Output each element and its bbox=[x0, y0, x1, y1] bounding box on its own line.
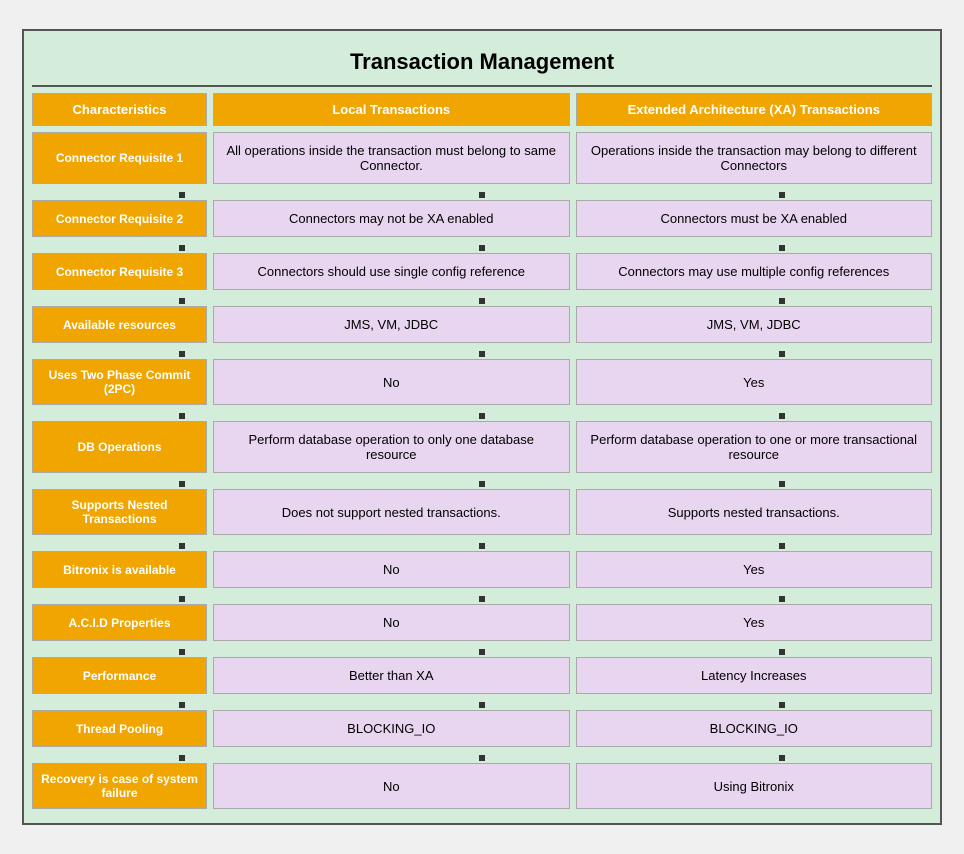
table-row: Connector Requisite 1All operations insi… bbox=[32, 132, 932, 184]
separator-dot bbox=[479, 755, 485, 761]
separator-dot bbox=[779, 413, 785, 419]
separator-dot bbox=[179, 192, 185, 198]
table-row: A.C.I.D PropertiesNoYes bbox=[32, 604, 932, 641]
header-local: Local Transactions bbox=[213, 93, 570, 126]
separator-dot bbox=[479, 543, 485, 549]
separator-dot bbox=[479, 351, 485, 357]
table-row: DB OperationsPerform database operation … bbox=[32, 421, 932, 473]
separator-dot bbox=[179, 596, 185, 602]
separator-dot bbox=[179, 245, 185, 251]
row-xa-1: Connectors must be XA enabled bbox=[576, 200, 933, 237]
row-label-5: DB Operations bbox=[32, 421, 207, 473]
separator-dot bbox=[779, 702, 785, 708]
separator-dot bbox=[779, 543, 785, 549]
row-separator bbox=[32, 647, 932, 657]
table-body: Connector Requisite 1All operations insi… bbox=[32, 132, 932, 809]
table-row: Supports Nested TransactionsDoes not sup… bbox=[32, 489, 932, 535]
row-xa-10: BLOCKING_IO bbox=[576, 710, 933, 747]
row-separator bbox=[32, 296, 932, 306]
row-xa-9: Latency Increases bbox=[576, 657, 933, 694]
row-xa-6: Supports nested transactions. bbox=[576, 489, 933, 535]
row-label-0: Connector Requisite 1 bbox=[32, 132, 207, 184]
row-local-6: Does not support nested transactions. bbox=[213, 489, 570, 535]
row-separator bbox=[32, 411, 932, 421]
separator-dot bbox=[179, 413, 185, 419]
table-row: Thread PoolingBLOCKING_IOBLOCKING_IO bbox=[32, 710, 932, 747]
row-local-3: JMS, VM, JDBC bbox=[213, 306, 570, 343]
table-row: Uses Two Phase Commit (2PC)NoYes bbox=[32, 359, 932, 405]
row-label-6: Supports Nested Transactions bbox=[32, 489, 207, 535]
separator-dot bbox=[179, 702, 185, 708]
row-separator bbox=[32, 541, 932, 551]
row-local-0: All operations inside the transaction mu… bbox=[213, 132, 570, 184]
separator-dot bbox=[779, 351, 785, 357]
separator-dot bbox=[179, 351, 185, 357]
row-local-4: No bbox=[213, 359, 570, 405]
row-local-2: Connectors should use single config refe… bbox=[213, 253, 570, 290]
row-separator bbox=[32, 243, 932, 253]
row-local-9: Better than XA bbox=[213, 657, 570, 694]
row-xa-0: Operations inside the transaction may be… bbox=[576, 132, 933, 184]
separator-dot bbox=[779, 298, 785, 304]
row-local-8: No bbox=[213, 604, 570, 641]
row-local-1: Connectors may not be XA enabled bbox=[213, 200, 570, 237]
table-row: PerformanceBetter than XALatency Increas… bbox=[32, 657, 932, 694]
header-xa: Extended Architecture (XA) Transactions bbox=[576, 93, 933, 126]
row-separator bbox=[32, 479, 932, 489]
row-label-1: Connector Requisite 2 bbox=[32, 200, 207, 237]
separator-dot bbox=[479, 298, 485, 304]
row-xa-11: Using Bitronix bbox=[576, 763, 933, 809]
row-label-2: Connector Requisite 3 bbox=[32, 253, 207, 290]
transaction-management-table: Transaction Management Characteristics L… bbox=[22, 29, 942, 825]
separator-dot bbox=[179, 543, 185, 549]
table-title: Transaction Management bbox=[32, 39, 932, 87]
row-local-10: BLOCKING_IO bbox=[213, 710, 570, 747]
row-label-3: Available resources bbox=[32, 306, 207, 343]
separator-dot bbox=[779, 649, 785, 655]
separator-dot bbox=[779, 481, 785, 487]
row-xa-8: Yes bbox=[576, 604, 933, 641]
table-row: Available resourcesJMS, VM, JDBCJMS, VM,… bbox=[32, 306, 932, 343]
row-label-7: Bitronix is available bbox=[32, 551, 207, 588]
table-row: Recovery is case of system failureNoUsin… bbox=[32, 763, 932, 809]
row-label-11: Recovery is case of system failure bbox=[32, 763, 207, 809]
separator-dot bbox=[179, 649, 185, 655]
separator-dot bbox=[479, 481, 485, 487]
separator-dot bbox=[179, 298, 185, 304]
row-separator bbox=[32, 190, 932, 200]
row-local-7: No bbox=[213, 551, 570, 588]
row-label-4: Uses Two Phase Commit (2PC) bbox=[32, 359, 207, 405]
separator-dot bbox=[779, 192, 785, 198]
separator-dot bbox=[779, 755, 785, 761]
header-row: Characteristics Local Transactions Exten… bbox=[32, 93, 932, 126]
row-xa-3: JMS, VM, JDBC bbox=[576, 306, 933, 343]
separator-dot bbox=[479, 702, 485, 708]
row-xa-7: Yes bbox=[576, 551, 933, 588]
separator-dot bbox=[479, 413, 485, 419]
row-separator bbox=[32, 753, 932, 763]
table-row: Connector Requisite 2Connectors may not … bbox=[32, 200, 932, 237]
row-local-11: No bbox=[213, 763, 570, 809]
separator-dot bbox=[479, 596, 485, 602]
row-separator bbox=[32, 700, 932, 710]
row-label-9: Performance bbox=[32, 657, 207, 694]
separator-dot bbox=[779, 245, 785, 251]
table-row: Connector Requisite 3Connectors should u… bbox=[32, 253, 932, 290]
row-label-8: A.C.I.D Properties bbox=[32, 604, 207, 641]
separator-dot bbox=[779, 596, 785, 602]
row-label-10: Thread Pooling bbox=[32, 710, 207, 747]
row-separator bbox=[32, 349, 932, 359]
row-local-5: Perform database operation to only one d… bbox=[213, 421, 570, 473]
row-xa-5: Perform database operation to one or mor… bbox=[576, 421, 933, 473]
separator-dot bbox=[179, 755, 185, 761]
table-row: Bitronix is availableNoYes bbox=[32, 551, 932, 588]
row-xa-4: Yes bbox=[576, 359, 933, 405]
separator-dot bbox=[479, 192, 485, 198]
row-xa-2: Connectors may use multiple config refer… bbox=[576, 253, 933, 290]
separator-dot bbox=[179, 481, 185, 487]
row-separator bbox=[32, 594, 932, 604]
header-characteristics: Characteristics bbox=[32, 93, 207, 126]
separator-dot bbox=[479, 245, 485, 251]
separator-dot bbox=[479, 649, 485, 655]
